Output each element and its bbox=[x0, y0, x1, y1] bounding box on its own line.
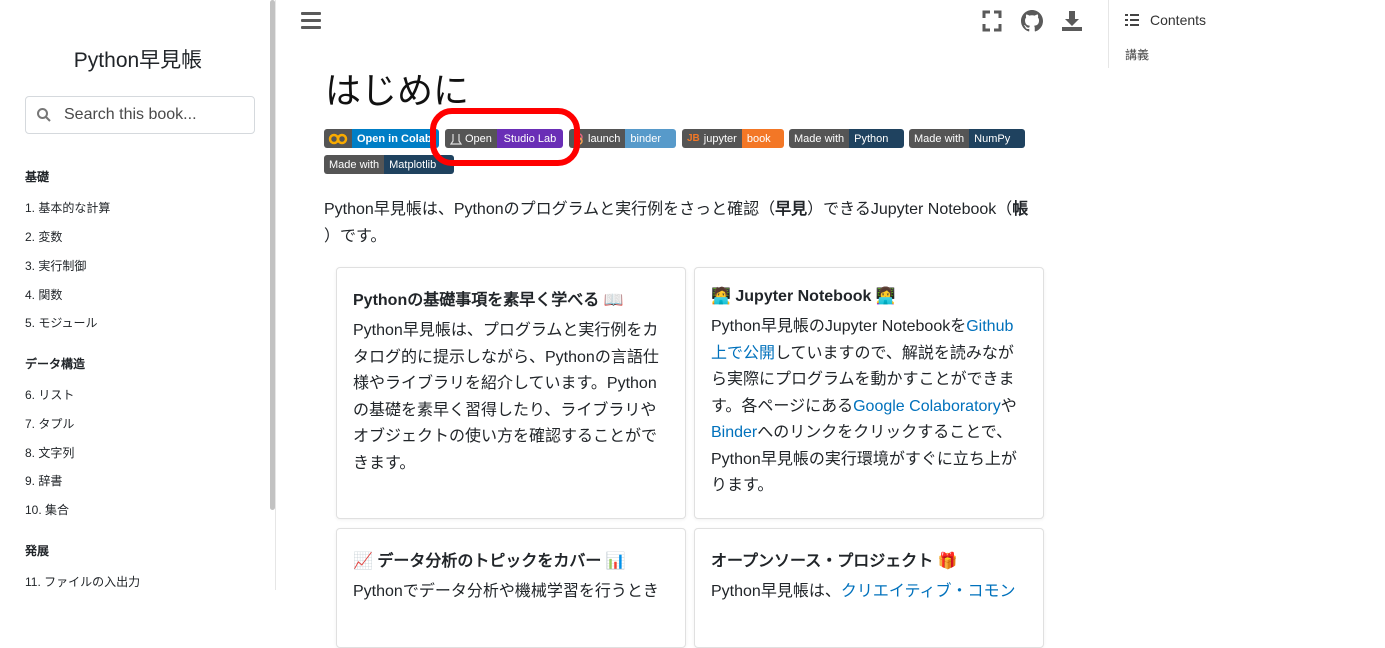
github-icon[interactable] bbox=[1021, 10, 1043, 32]
colab-logo-icon bbox=[328, 133, 348, 144]
toc-item[interactable]: 講義 bbox=[1125, 46, 1149, 63]
jupyterbook-icon: JB bbox=[687, 133, 700, 144]
nav-item[interactable]: 2. 変数 bbox=[25, 228, 62, 245]
colab-link[interactable]: Google Colaboratory bbox=[853, 398, 1001, 415]
nav-item[interactable]: 11. ファイルの入出力 bbox=[25, 573, 140, 590]
nav-item[interactable]: 3. 実行制御 bbox=[25, 257, 86, 274]
search-input[interactable] bbox=[62, 105, 246, 125]
nav-item[interactable]: 4. 関数 bbox=[25, 286, 62, 303]
creative-commons-link[interactable]: クリエイティブ・コモン bbox=[841, 583, 1016, 600]
card-title: 📈 データ分析のトピックをカバー 📊 bbox=[353, 553, 626, 570]
card-title: 🧑‍💻 Jupyter Notebook 👩‍💻 bbox=[711, 288, 896, 305]
card-body: Python早見帳のJupyter NotebookをGithub上で公開してい… bbox=[711, 318, 1017, 494]
intro-paragraph: Python早見帳は、Pythonのプログラムと実行例をさっと確認（早見）できる… bbox=[324, 201, 1029, 245]
menu-toggle-button[interactable] bbox=[301, 12, 321, 30]
fullscreen-icon[interactable] bbox=[982, 10, 1002, 32]
studio-lab-icon bbox=[450, 133, 462, 145]
badge-launch-binder[interactable]: launch binder bbox=[569, 129, 676, 148]
sidebar: Python早見帳 基礎 1. 基本的な計算 2. 変数 3. 実行制御 4. … bbox=[0, 0, 276, 590]
hamburger-icon bbox=[301, 12, 321, 15]
nav-item[interactable]: 1. 基本的な計算 bbox=[25, 199, 110, 216]
nav-item[interactable]: 9. 辞書 bbox=[25, 472, 62, 489]
card-basics: Pythonの基礎事項を素早く学べる 📖 Python早見帳は、プログラムと実行… bbox=[336, 267, 686, 519]
badge-made-with-numpy[interactable]: Made with NumPy bbox=[909, 129, 1025, 148]
card-jupyter-notebook: 🧑‍💻 Jupyter Notebook 👩‍💻 Python早見帳のJupyt… bbox=[694, 267, 1044, 519]
download-icon[interactable] bbox=[1061, 10, 1083, 32]
toc-heading[interactable]: Contents bbox=[1125, 12, 1206, 28]
card-title: オープンソース・プロジェクト 🎁 bbox=[711, 553, 958, 570]
nav-item[interactable]: 6. リスト bbox=[25, 386, 74, 403]
list-icon bbox=[1125, 14, 1139, 26]
card-open-source: オープンソース・プロジェクト 🎁 Python早見帳は、クリエイティブ・コモン bbox=[694, 528, 1044, 648]
search-box[interactable] bbox=[25, 96, 255, 134]
nav-item[interactable]: 8. 文字列 bbox=[25, 444, 74, 461]
nav-item[interactable]: 10. 集合 bbox=[25, 501, 69, 518]
site-title[interactable]: Python早見帳 bbox=[0, 44, 275, 74]
binder-icon bbox=[575, 132, 583, 145]
toc-divider bbox=[1108, 0, 1109, 68]
binder-link[interactable]: Binder bbox=[711, 424, 757, 441]
badge-made-with-python[interactable]: Made with Python bbox=[789, 129, 904, 148]
badge-open-studio-lab[interactable]: Open Studio Lab bbox=[445, 129, 563, 148]
badge-jupyter-book[interactable]: JB jupyter book bbox=[682, 129, 784, 148]
search-icon bbox=[37, 108, 51, 122]
nav-section-data-structures: データ構造 bbox=[25, 357, 86, 371]
card-data-analysis: 📈 データ分析のトピックをカバー 📊 Pythonでデータ分析や機械学習を行うと… bbox=[336, 528, 686, 648]
card-body: Python早見帳は、クリエイティブ・コモン bbox=[711, 583, 1016, 600]
sidebar-scrollbar[interactable] bbox=[270, 0, 275, 510]
nav-section-basics: 基礎 bbox=[25, 170, 50, 184]
toc-heading-label: Contents bbox=[1150, 12, 1207, 28]
nav-section-advanced: 発展 bbox=[25, 544, 50, 558]
nav-item[interactable]: 5. モジュール bbox=[25, 314, 98, 331]
page-title: はじめに bbox=[325, 70, 470, 111]
card-body: Python早見帳は、プログラムと実行例をカタログ的に提示しながら、Python… bbox=[353, 322, 659, 472]
card-body: Pythonでデータ分析や機械学習を行うとき bbox=[353, 583, 659, 600]
nav-item[interactable]: 7. タプル bbox=[25, 415, 74, 432]
badge-open-in-colab[interactable]: Open in Colab bbox=[324, 129, 439, 148]
card-title: Pythonの基礎事項を素早く学べる 📖 bbox=[353, 292, 624, 309]
badge-made-with-matplotlib[interactable]: Made with Matplotlib bbox=[324, 155, 454, 174]
